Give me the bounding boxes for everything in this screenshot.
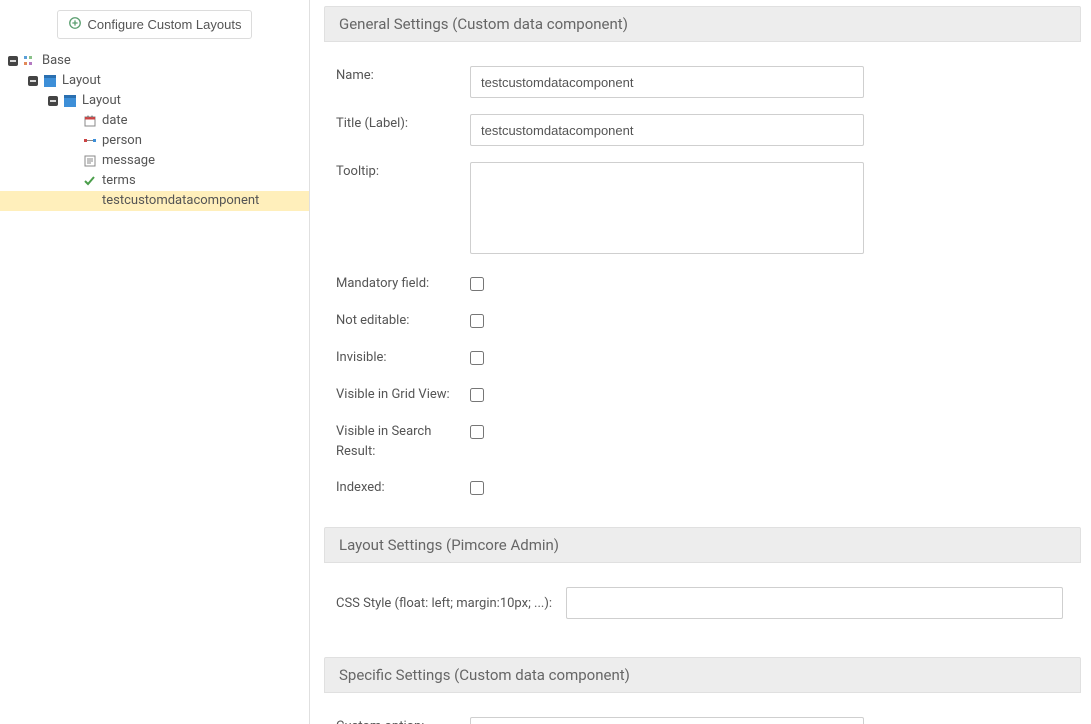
checkbox-icon [82, 173, 98, 189]
indexed-label: Indexed: [324, 478, 470, 499]
configure-custom-layouts-button[interactable]: Configure Custom Layouts [57, 10, 253, 39]
tree-label: Layout [82, 91, 121, 111]
invisible-checkbox[interactable] [470, 351, 484, 365]
tree-node-terms[interactable]: terms [0, 171, 309, 191]
title-input[interactable] [470, 114, 864, 146]
specific-settings-header: Specific Settings (Custom data component… [324, 657, 1081, 693]
title-label: Title (Label): [324, 114, 470, 146]
collapse-icon[interactable] [26, 74, 40, 88]
tree-label: message [102, 151, 155, 171]
specific-settings-body: Custom option: [324, 693, 1081, 724]
panel-icon [42, 73, 58, 89]
tree-node-message[interactable]: message [0, 151, 309, 171]
custom-option-input[interactable] [470, 717, 864, 724]
indexed-checkbox[interactable] [470, 481, 484, 495]
relation-icon [82, 133, 98, 149]
tree-node-base[interactable]: Base [0, 51, 309, 71]
search-label: Visible in Search Result: [324, 422, 470, 462]
toolbar: Configure Custom Layouts [0, 6, 309, 47]
name-label: Name: [324, 66, 470, 98]
collapse-icon[interactable] [6, 54, 20, 68]
grid-label: Visible in Grid View: [324, 385, 470, 406]
tree-node-layout[interactable]: Layout [0, 71, 309, 91]
tree-label: Base [42, 51, 71, 71]
grid-checkbox[interactable] [470, 388, 484, 402]
tree-label: Layout [62, 71, 101, 91]
tooltip-label: Tooltip: [324, 162, 470, 182]
custom-option-label: Custom option: [324, 717, 470, 724]
textarea-icon [82, 153, 98, 169]
component-icon [82, 193, 98, 209]
main-panel: General Settings (Custom data component)… [310, 0, 1091, 724]
tree-node-date[interactable]: date [0, 111, 309, 131]
sidebar: Configure Custom Layouts Base [0, 0, 310, 724]
invisible-label: Invisible: [324, 348, 470, 369]
mandatory-checkbox[interactable] [470, 277, 484, 291]
configure-icon [68, 16, 82, 33]
tree: Base Layout Layout [0, 47, 309, 211]
collapse-icon[interactable] [46, 94, 60, 108]
tree-node-testcustomdatacomponent[interactable]: testcustomdatacomponent [0, 191, 309, 211]
tree-label: terms [102, 171, 136, 191]
search-checkbox[interactable] [470, 425, 484, 439]
general-settings-body: Name: Title (Label): Tooltip: Mandatory … [324, 42, 1081, 527]
tree-label: testcustomdatacomponent [102, 191, 259, 211]
name-input[interactable] [470, 66, 864, 98]
panel-icon [62, 93, 78, 109]
css-style-label: CSS Style (float: left; margin:10px; ...… [324, 596, 566, 611]
noteditable-checkbox[interactable] [470, 314, 484, 328]
tree-label: person [102, 131, 142, 151]
tree-node-person[interactable]: person [0, 131, 309, 151]
class-icon [22, 53, 38, 69]
layout-settings-body: CSS Style (float: left; margin:10px; ...… [324, 563, 1081, 647]
general-settings-header: General Settings (Custom data component) [324, 6, 1081, 42]
css-style-input[interactable] [566, 587, 1063, 619]
app-root: Configure Custom Layouts Base [0, 0, 1091, 724]
tree-node-layout[interactable]: Layout [0, 91, 309, 111]
tooltip-textarea[interactable] [470, 162, 864, 254]
configure-label: Configure Custom Layouts [88, 17, 242, 32]
tree-label: date [102, 111, 128, 131]
mandatory-label: Mandatory field: [324, 274, 470, 295]
date-icon [82, 113, 98, 129]
layout-settings-header: Layout Settings (Pimcore Admin) [324, 527, 1081, 563]
noteditable-label: Not editable: [324, 311, 470, 332]
